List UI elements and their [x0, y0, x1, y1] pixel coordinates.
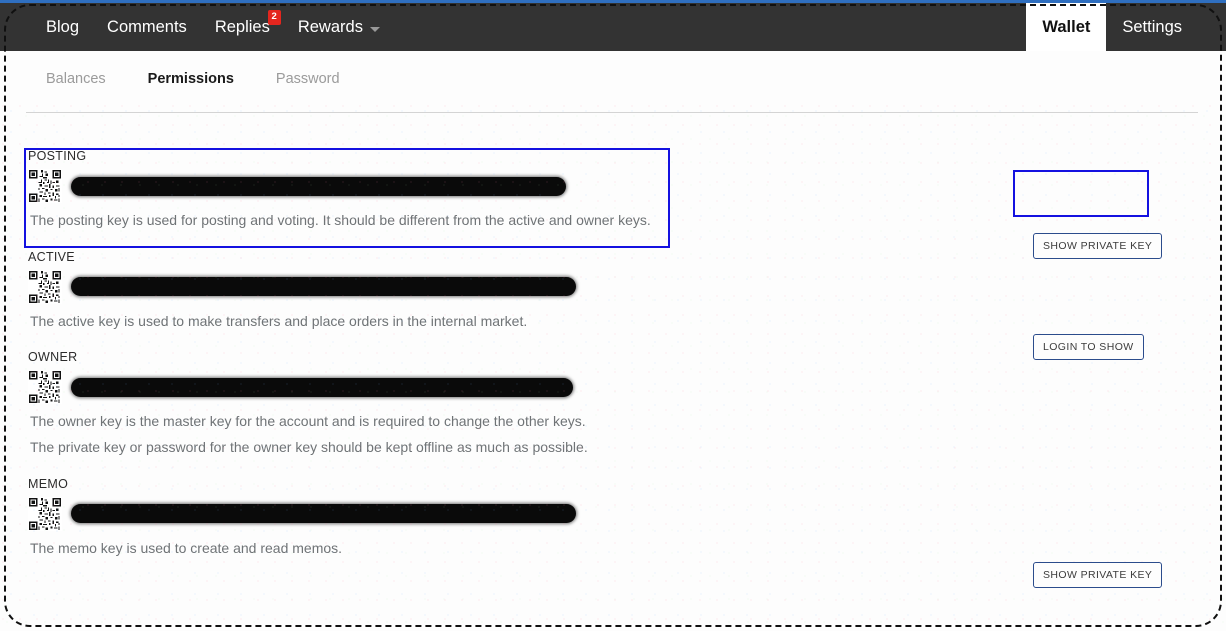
- show-private-key-button-memo[interactable]: SHOW PRIVATE KEY: [1033, 562, 1163, 588]
- key-description-active: The active key is used to make transfers…: [30, 312, 528, 329]
- key-value-line-active: [28, 267, 1218, 307]
- nav-item-comments[interactable]: Comments: [93, 3, 201, 51]
- nav-item-rewards[interactable]: Rewards: [284, 3, 394, 51]
- subnav-item-permissions-label: Permissions: [147, 71, 234, 87]
- subnav-item-balances-label: Balances: [46, 71, 106, 87]
- redacted-key-value-active: [71, 277, 576, 297]
- key-description-posting: The posting key is used for posting and …: [30, 212, 651, 228]
- login-to-show-button-active[interactable]: LOGIN TO SHOW: [1033, 334, 1144, 360]
- key-label-memo: MEMO: [28, 476, 69, 491]
- nav-item-replies-label: Replies: [214, 17, 270, 36]
- nav-item-comments-label: Comments: [107, 17, 187, 36]
- tab-settings[interactable]: Settings: [1106, 3, 1198, 51]
- nav-item-blog[interactable]: Blog: [32, 3, 93, 51]
- nav-right-group: Wallet Settings: [1026, 3, 1226, 51]
- tab-settings-label: Settings: [1122, 17, 1182, 36]
- qr-code-icon[interactable]: [28, 169, 62, 203]
- tab-wallet[interactable]: Wallet: [1026, 3, 1107, 51]
- qr-code-icon[interactable]: [28, 496, 62, 531]
- tab-wallet-label: Wallet: [1042, 17, 1091, 36]
- replies-count-badge: 2: [267, 10, 281, 25]
- subnav-item-password[interactable]: Password: [268, 67, 348, 91]
- key-description-memo: The memo key is used to create and read …: [30, 539, 343, 556]
- app-window: Blog Comments Replies 2 Rewards Wallet S…: [0, 0, 1226, 631]
- subnav-item-balances[interactable]: Balances: [38, 67, 114, 91]
- key-row-memo: MEMO The memo key is used to create and …: [0, 471, 1226, 568]
- wallet-subnav: Balances Permissions Password: [26, 67, 1198, 113]
- key-row-owner: OWNER The owner key is the master key fo…: [0, 344, 1226, 466]
- key-label-posting: POSTING: [28, 149, 87, 163]
- key-value-line-posting: [28, 166, 1218, 206]
- key-value-line-owner: [28, 367, 1218, 407]
- redacted-key-value-memo: [71, 504, 576, 524]
- nav-left-group: Blog Comments Replies 2 Rewards: [0, 3, 394, 51]
- subnav-item-password-label: Password: [275, 71, 340, 87]
- qr-code-icon[interactable]: [28, 269, 62, 304]
- key-description-owner-1: The owner key is the master key for the …: [30, 413, 586, 430]
- chevron-down-icon: [369, 26, 380, 32]
- nav-item-replies[interactable]: Replies 2: [201, 3, 284, 51]
- show-private-key-button-posting[interactable]: SHOW PRIVATE KEY: [1033, 233, 1163, 259]
- main-navigation-bar: Blog Comments Replies 2 Rewards Wallet S…: [0, 3, 1226, 51]
- qr-code-icon[interactable]: [28, 370, 62, 405]
- redacted-key-value-posting: [71, 176, 566, 196]
- key-value-line-memo: [28, 494, 1218, 534]
- redacted-key-value-owner: [71, 377, 573, 397]
- subnav-item-permissions[interactable]: Permissions: [140, 67, 242, 91]
- key-description-owner-2: The private key or password for the owne…: [30, 439, 588, 456]
- key-row-posting: POSTING The posting key is used for post…: [0, 143, 1226, 240]
- nav-item-rewards-label: Rewards: [297, 17, 363, 36]
- nav-item-blog-label: Blog: [46, 17, 80, 36]
- content-area: Balances Permissions Password POSTING Th…: [0, 51, 1226, 631]
